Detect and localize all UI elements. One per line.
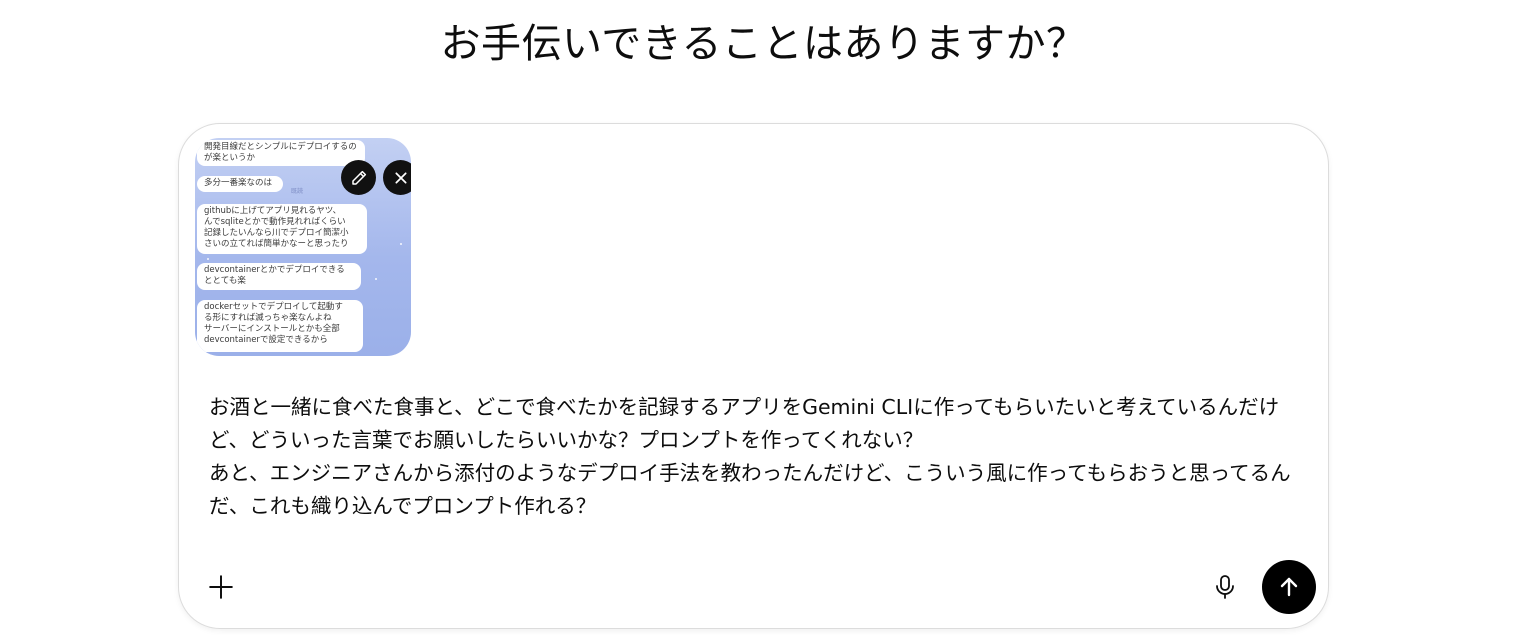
microphone-icon bbox=[1216, 575, 1234, 599]
close-icon bbox=[394, 171, 407, 184]
sparkle-decoration bbox=[400, 243, 402, 245]
sparkle-decoration bbox=[375, 278, 377, 280]
read-label: 既読 bbox=[291, 188, 304, 195]
voice-input-button[interactable] bbox=[1209, 571, 1241, 603]
chat-bubble: githubに上げてアプリ見れるヤツ、 んでsqliteとかで動作見れればくらい… bbox=[197, 204, 367, 254]
pencil-icon bbox=[351, 170, 366, 185]
edit-attachment-button[interactable] bbox=[341, 160, 376, 195]
plus-icon bbox=[209, 575, 233, 599]
send-button[interactable] bbox=[1262, 560, 1316, 614]
page-heading: お手伝いできることはありますか？ bbox=[440, 21, 1087, 67]
chat-bubble: dockerセットでデプロイして起動す る形にすれば滅っちゃ楽なんよね サーバー… bbox=[197, 300, 363, 352]
chat-bubble: devcontainerとかでデプロイできる ととても楽 bbox=[197, 263, 361, 290]
add-attachment-button[interactable] bbox=[205, 571, 237, 603]
chat-bubble: 開発目線だとシンプルにデプロイするのが楽というか bbox=[197, 140, 365, 166]
arrow-up-icon bbox=[1280, 577, 1298, 597]
sparkle-decoration bbox=[207, 258, 209, 260]
chat-bubble: 多分一番楽なのは bbox=[197, 176, 283, 192]
prompt-composer[interactable]: 開発目線だとシンプルにデプロイするのが楽というか 多分一番楽なのは 既読 git… bbox=[178, 123, 1329, 629]
attachment-thumbnail[interactable]: 開発目線だとシンプルにデプロイするのが楽というか 多分一番楽なのは 既読 git… bbox=[195, 138, 411, 356]
remove-attachment-button[interactable] bbox=[383, 160, 411, 195]
prompt-input[interactable]: お酒と一緒に食べた食事と、どこで食べたかを記録するアプリをGemini CLIに… bbox=[209, 391, 1299, 523]
